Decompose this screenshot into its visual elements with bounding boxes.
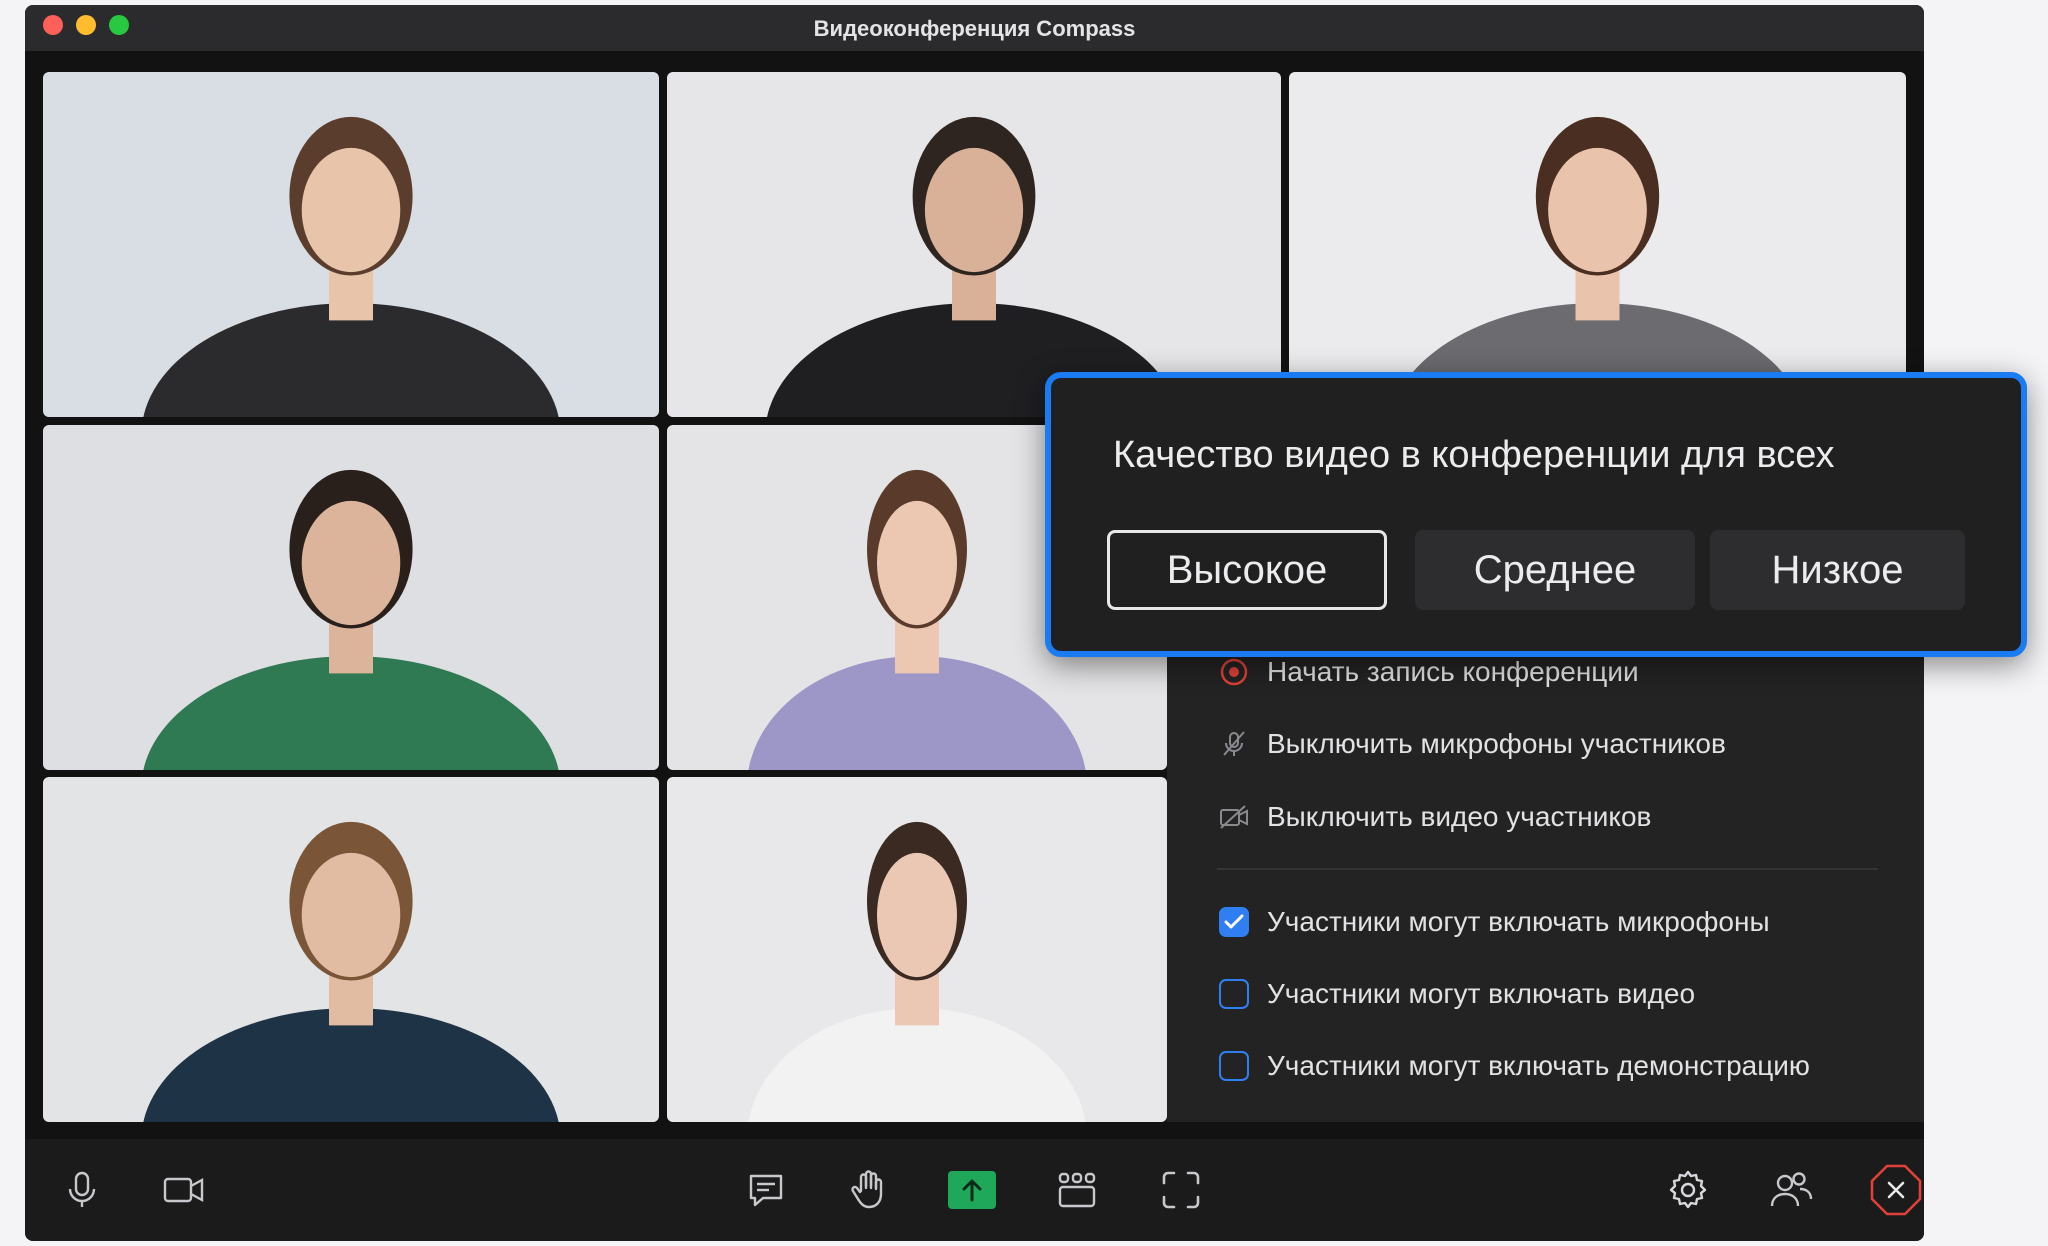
- participant-face: [877, 500, 957, 626]
- raise-hand-button[interactable]: [840, 1161, 898, 1219]
- participant-video-frame: [43, 72, 659, 417]
- participant-video-frame: [43, 777, 659, 1122]
- mic-off-icon: [1217, 727, 1251, 761]
- participant-video-tile[interactable]: [667, 72, 1281, 417]
- bottom-toolbar: [25, 1139, 1924, 1241]
- participant-video-frame: [1289, 72, 1906, 417]
- participant-video-tile[interactable]: [43, 777, 659, 1122]
- participant-face: [1548, 147, 1647, 273]
- video-quality-popup: Качество видео в конференции для всех Вы…: [1045, 372, 2027, 657]
- participant-video-tile[interactable]: [1289, 72, 1906, 417]
- start-recording-item[interactable]: Начать запись конференции: [1167, 652, 1924, 692]
- leave-button[interactable]: [1867, 1161, 1924, 1219]
- settings-icon: [1669, 1170, 1707, 1209]
- permission-mics-item[interactable]: Участники могут включать микрофоны: [1167, 902, 1924, 942]
- permission-mics-checkbox[interactable]: [1219, 907, 1249, 937]
- quality-low-button[interactable]: Низкое: [1710, 530, 1965, 610]
- title-bar: Видеоконференция Compass: [25, 5, 1924, 51]
- quality-medium-button[interactable]: Среднее: [1415, 530, 1695, 610]
- camera-button[interactable]: [155, 1161, 213, 1219]
- turn-off-all-video-item[interactable]: Выключить видео участников: [1167, 797, 1924, 837]
- video-off-icon: [1217, 800, 1251, 834]
- share-screen-button[interactable]: [943, 1161, 1001, 1219]
- mute-all-mics-item[interactable]: Выключить микрофоны участников: [1167, 724, 1924, 764]
- fullscreen-button[interactable]: [1152, 1161, 1210, 1219]
- host-controls-panel: Начать запись конференции Выключить микр…: [1167, 600, 1924, 1122]
- quality-popup-title: Качество видео в конференции для всех: [1113, 434, 1835, 476]
- layout-button[interactable]: [1048, 1161, 1106, 1219]
- permission-video-checkbox[interactable]: [1219, 979, 1249, 1009]
- participant-video-tile[interactable]: [43, 425, 659, 770]
- participant-video-frame: [43, 425, 659, 770]
- camera-icon: [163, 1177, 204, 1203]
- participant-face: [301, 147, 401, 273]
- layout-icon: [1058, 1172, 1096, 1208]
- participant-face: [301, 852, 401, 978]
- record-icon: [1217, 655, 1251, 689]
- participant-face: [877, 852, 957, 978]
- microphone-icon: [68, 1171, 96, 1207]
- participant-face: [301, 500, 401, 626]
- leave-icon: [1870, 1164, 1922, 1216]
- participants-button[interactable]: [1762, 1161, 1820, 1219]
- permission-screenshare-checkbox[interactable]: [1219, 1051, 1249, 1081]
- participant-video-frame: [667, 72, 1281, 417]
- window-title: Видеоконференция Compass: [813, 16, 1136, 41]
- panel-divider: [1217, 868, 1878, 870]
- participant-video-tile[interactable]: [43, 72, 659, 417]
- share-screen-icon: [948, 1171, 996, 1209]
- settings-button[interactable]: [1659, 1161, 1717, 1219]
- chat-icon: [749, 1174, 783, 1207]
- quality-high-button[interactable]: Высокое: [1107, 530, 1387, 610]
- fullscreen-icon: [1162, 1171, 1200, 1209]
- chat-button[interactable]: [737, 1161, 795, 1219]
- participant-face: [924, 147, 1024, 273]
- microphone-button[interactable]: [53, 1161, 111, 1219]
- participant-video-frame: [667, 777, 1167, 1122]
- permission-video-item[interactable]: Участники могут включать видео: [1167, 974, 1924, 1014]
- raise-hand-icon: [851, 1170, 883, 1209]
- permission-screenshare-item[interactable]: Участники могут включать демонстрацию: [1167, 1046, 1924, 1086]
- participant-video-tile[interactable]: [667, 777, 1167, 1122]
- participants-icon: [1770, 1172, 1813, 1207]
